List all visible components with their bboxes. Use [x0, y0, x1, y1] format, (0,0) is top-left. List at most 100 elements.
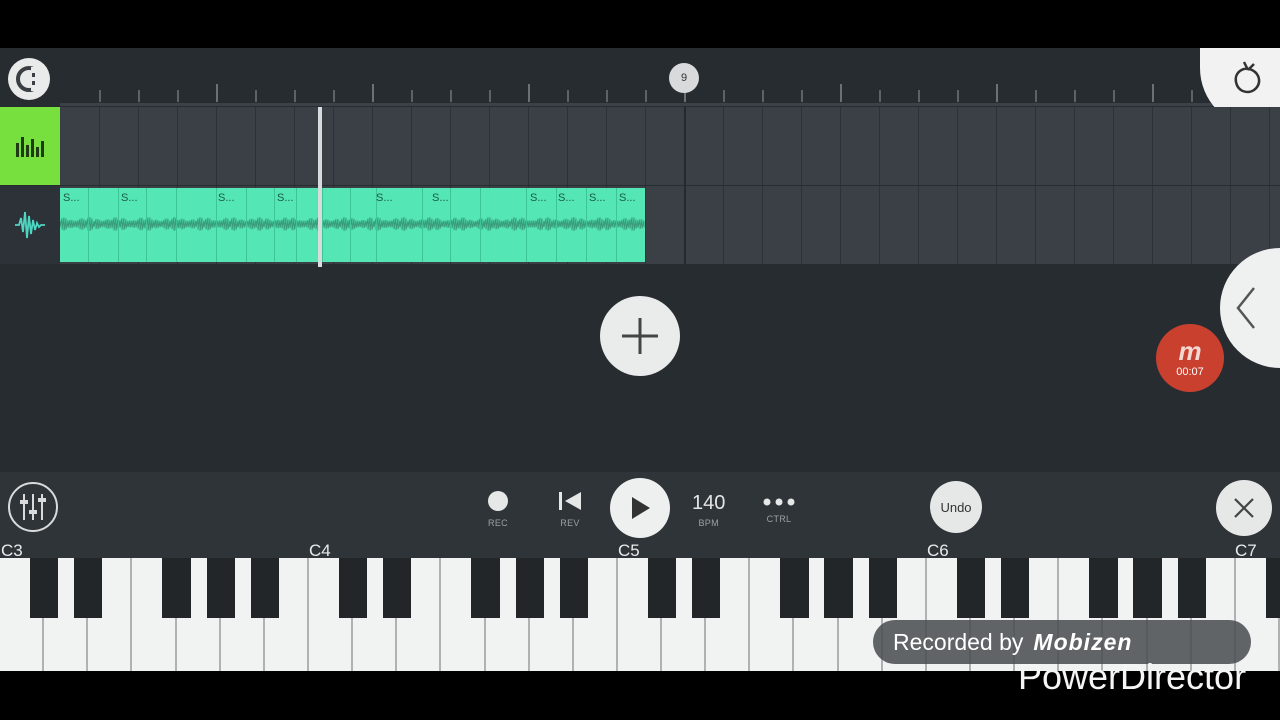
- track-2-header[interactable]: [0, 186, 60, 264]
- position-marker[interactable]: 9: [669, 63, 699, 93]
- grid-line: [1152, 107, 1153, 185]
- black-key[interactable]: [1177, 558, 1206, 618]
- track-1-lane[interactable]: [60, 107, 1280, 185]
- grid-line: [840, 107, 841, 185]
- ctrl-label: CTRL: [766, 514, 792, 524]
- rev-button[interactable]: REV: [557, 490, 583, 528]
- close-icon: [1234, 498, 1254, 518]
- ruler-tick: [996, 84, 998, 102]
- grid-line: [1269, 107, 1270, 185]
- black-key[interactable]: [162, 558, 191, 618]
- black-key[interactable]: [780, 558, 809, 618]
- plus-icon: [622, 318, 658, 354]
- ruler-tick: [528, 84, 530, 102]
- grid-line: [957, 186, 958, 264]
- ruler-tick: [450, 90, 452, 102]
- ruler-tick: [99, 90, 101, 102]
- clip-slice-divider: [88, 188, 89, 262]
- screen-recorder-button[interactable]: m 00:07: [1156, 324, 1224, 392]
- clip-slice-divider: [216, 188, 217, 262]
- fl-logo-icon: [16, 66, 42, 92]
- ruler-tick: [606, 90, 608, 102]
- recorder-logo: m: [1178, 336, 1202, 366]
- grid-line: [1113, 107, 1114, 185]
- rec-label: REC: [488, 518, 508, 528]
- black-key[interactable]: [515, 558, 544, 618]
- clip-slice-label: S...: [376, 192, 393, 204]
- fruit-icon: [1234, 61, 1261, 94]
- grid-line: [411, 107, 412, 185]
- clip-slice-divider: [350, 188, 351, 262]
- black-key[interactable]: [206, 558, 235, 618]
- timeline-ruler[interactable]: 9: [0, 48, 1280, 128]
- grid-line: [450, 107, 451, 185]
- grid-line: [957, 107, 958, 185]
- clip-slice-label: S...: [277, 192, 294, 204]
- grid-line: [762, 186, 763, 264]
- clip-slice-label: S...: [432, 192, 449, 204]
- grid-line: [1113, 186, 1114, 264]
- grid-line: [372, 107, 373, 185]
- clip-slice-divider: [480, 188, 481, 262]
- black-key[interactable]: [868, 558, 897, 618]
- black-key[interactable]: [30, 558, 59, 618]
- clip-slice-label: S...: [530, 192, 547, 204]
- black-key[interactable]: [338, 558, 368, 618]
- rec-button[interactable]: REC: [487, 490, 509, 528]
- bpm-control[interactable]: 140 BPM: [692, 492, 725, 528]
- black-key[interactable]: [824, 558, 853, 618]
- ruler-tick: [801, 90, 803, 102]
- ruler-tick: [1191, 90, 1193, 102]
- clip-slice-label: S...: [619, 192, 636, 204]
- track-2: S... S... S... S... S... S... S... S... S... S...: [0, 186, 1280, 264]
- black-key[interactable]: [383, 558, 412, 618]
- audio-clip[interactable]: S... S... S... S... S... S... S... S... S... S...: [60, 188, 645, 262]
- ruler-tick: [1113, 90, 1115, 102]
- ruler-tick: [333, 90, 335, 102]
- black-key[interactable]: [559, 558, 588, 618]
- play-button[interactable]: [610, 478, 670, 538]
- clip-slice-divider: [556, 188, 557, 262]
- octave-label-c7: C7: [1235, 541, 1257, 560]
- recorded-by-text: Recorded by: [893, 628, 1024, 655]
- daw-app: 9 S... S... S... S... S... S... S... S..…: [0, 48, 1280, 671]
- grid-line: [684, 107, 686, 185]
- fl-logo-button[interactable]: [8, 58, 50, 100]
- bpm-value: 140: [692, 492, 726, 514]
- mixer-button[interactable]: [8, 482, 58, 532]
- clip-slice-divider: [616, 188, 617, 262]
- black-key[interactable]: [1133, 558, 1162, 618]
- black-key[interactable]: [692, 558, 721, 618]
- playhead[interactable]: [318, 107, 322, 267]
- side-panel-button[interactable]: [1220, 248, 1280, 368]
- black-key[interactable]: [647, 558, 677, 618]
- grid-line: [333, 107, 334, 185]
- rev-label: REV: [560, 518, 580, 528]
- black-key[interactable]: [74, 558, 103, 618]
- clip-slice-divider: [322, 188, 323, 262]
- grid-line: [1191, 107, 1192, 185]
- black-key[interactable]: [471, 558, 500, 618]
- track-1-header[interactable]: [0, 107, 60, 185]
- clip-slice-divider: [526, 188, 527, 262]
- black-key[interactable]: [250, 558, 279, 618]
- ruler-tick: [177, 90, 179, 102]
- ruler-tick: [567, 90, 569, 102]
- grid-line: [723, 107, 724, 185]
- skip-back-icon: [559, 492, 581, 510]
- add-track-button[interactable]: [600, 296, 680, 376]
- grid-line: [489, 107, 490, 185]
- black-key[interactable]: [1001, 558, 1030, 618]
- ruler-tick: [840, 84, 842, 102]
- grid-line: [918, 186, 919, 264]
- black-key[interactable]: [1089, 558, 1118, 618]
- black-key[interactable]: [956, 558, 986, 618]
- track-1: [0, 107, 1280, 185]
- close-button[interactable]: [1216, 480, 1272, 536]
- black-key[interactable]: [1265, 558, 1280, 618]
- grid-line: [723, 186, 724, 264]
- grid-line: [1035, 107, 1036, 185]
- ctrl-button[interactable]: CTRL: [762, 496, 796, 524]
- undo-button[interactable]: Undo: [930, 481, 982, 533]
- clip-slice-label: S...: [121, 192, 138, 204]
